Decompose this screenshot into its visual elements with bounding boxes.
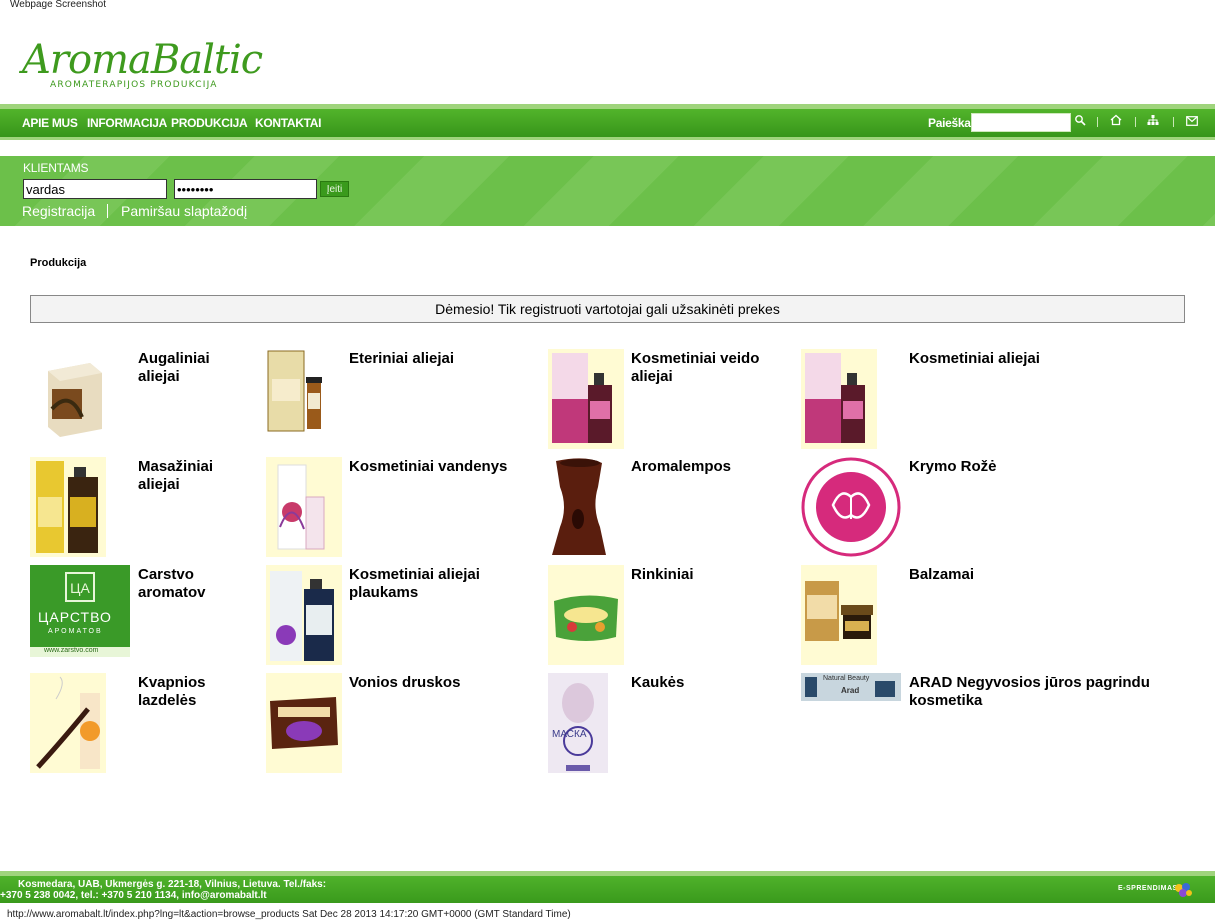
carstvo-logo-subtext: АРОМАТОВ (48, 628, 103, 635)
product-name[interactable]: Kaukės (631, 674, 781, 692)
product-image-plaukams[interactable] (266, 565, 342, 665)
nav-item-kontaktai[interactable]: KONTAKTAI (255, 116, 321, 130)
logo-tagline: AROMATERAPIJOS PRODUKCIJA (50, 80, 218, 90)
product-name[interactable]: Kosmetiniai vandenys (349, 458, 529, 476)
arad-logo-text: Arad (841, 686, 860, 695)
product-name[interactable]: Kosmetiniai aliejai (909, 350, 1079, 368)
nav-item-informacija[interactable]: INFORMACIJA (87, 116, 167, 130)
search-input[interactable] (971, 113, 1071, 132)
product-name[interactable]: Carstvo aromatov (138, 566, 238, 602)
product-name[interactable]: Eteriniai aliejai (349, 350, 509, 368)
product-name[interactable]: Balzamai (909, 566, 1059, 584)
product-image-balzamai[interactable] (801, 565, 877, 665)
nav-item-produkcija[interactable]: PRODUKCIJA (171, 116, 248, 130)
search-label: Paieška (928, 116, 971, 130)
product-image-rinkiniai[interactable] (548, 565, 624, 665)
product-image-arad[interactable]: Natural Beauty Arad (801, 673, 901, 701)
carstvo-url-text: www.zarstvo.com (44, 647, 99, 654)
product-name[interactable]: ARAD Negyvosios jūros pagrindu kosmetika (909, 674, 1189, 710)
divider (107, 204, 108, 218)
login-title: KLIENTAMS (23, 161, 89, 175)
product-name[interactable]: Aromalempos (631, 458, 781, 476)
breadcrumb: Produkcija (30, 257, 87, 269)
product-name[interactable]: Kosmetiniai aliejai plaukams (349, 566, 519, 602)
top-navigation: APIE MUS INFORMACIJA PRODUKCIJA KONTAKTA… (0, 104, 1215, 140)
product-name[interactable]: Kosmetiniai veido aliejai (631, 350, 781, 386)
home-icon[interactable] (1108, 114, 1124, 130)
arad-brand-text: Natural Beauty (823, 675, 870, 682)
forgot-password-link[interactable]: Pamiršau slaptažodį (121, 203, 247, 219)
register-link[interactable]: Registracija (22, 203, 95, 219)
product-image-krymo-roze[interactable] (801, 457, 901, 557)
product-image-veido[interactable] (548, 349, 624, 449)
logo-wordmark: AromaBaltic (22, 37, 263, 83)
screenshot-caption: Webpage Screenshot (10, 0, 106, 10)
product-name[interactable]: Augaliniai aliejai (138, 350, 238, 386)
product-name[interactable]: Kvapnios lazdelės (138, 674, 238, 710)
search-icon[interactable] (1072, 114, 1088, 130)
footer-contact-text: Kosmedara, UAB, Ukmergės g. 221-18, Viln… (0, 879, 327, 901)
sitemap-icon[interactable] (1145, 114, 1161, 130)
registration-notice: Dėmesio! Tik registruoti vartotojai gali… (30, 295, 1185, 323)
brand-flower-icon[interactable] (1172, 881, 1194, 904)
footer-brand-link[interactable]: E-SPRENDIMAS (1118, 885, 1178, 892)
product-image-kaukes[interactable]: МАСКА (548, 673, 608, 773)
top-navigation-bar: APIE MUS INFORMACIJA PRODUKCIJA KONTAKTA… (0, 109, 1215, 137)
svg-text:ЦА: ЦА (70, 580, 90, 596)
product-image-lazdeles[interactable] (30, 673, 106, 773)
product-name[interactable]: Krymo Rožė (909, 458, 1059, 476)
product-name[interactable]: Vonios druskos (349, 674, 499, 692)
product-image-druskos[interactable] (266, 673, 342, 773)
password-field[interactable] (174, 179, 317, 199)
product-image-masaziniai[interactable] (30, 457, 106, 557)
product-image-kosmetiniai[interactable] (801, 349, 877, 449)
footer: Kosmedara, UAB, Ukmergės g. 221-18, Viln… (0, 876, 1215, 903)
product-image-vandenys[interactable] (266, 457, 342, 557)
product-image-augaliniai[interactable] (30, 349, 106, 449)
carstvo-logo-text: ЦАРСТВО (38, 609, 112, 625)
divider (1097, 117, 1098, 127)
product-name[interactable]: Masažiniai aliejai (138, 458, 238, 494)
site-logo[interactable]: AromaBaltic AROMATERAPIJOS PRODUKCIJA (22, 37, 263, 94)
divider (1173, 117, 1174, 127)
maska-label-text: МАСКА (552, 729, 587, 740)
login-button[interactable]: Įeiti (320, 181, 349, 197)
product-name[interactable]: Rinkiniai (631, 566, 781, 584)
login-panel: KLIENTAMS Įeiti Registracija Pamiršau sl… (0, 156, 1215, 226)
divider (1135, 117, 1136, 127)
product-image-eteriniai[interactable] (266, 349, 342, 449)
nav-item-apie-mus[interactable]: APIE MUS (22, 116, 78, 130)
product-image-carstvo[interactable]: ЦА ЦАРСТВО АРОМАТОВ www.zarstvo.com (30, 565, 130, 657)
product-image-aromalempos[interactable] (548, 457, 624, 557)
username-field[interactable] (23, 179, 167, 199)
mail-icon[interactable] (1184, 114, 1200, 130)
status-bar-url: http://www.aromabalt.lt/index.php?lng=lt… (7, 909, 571, 920)
